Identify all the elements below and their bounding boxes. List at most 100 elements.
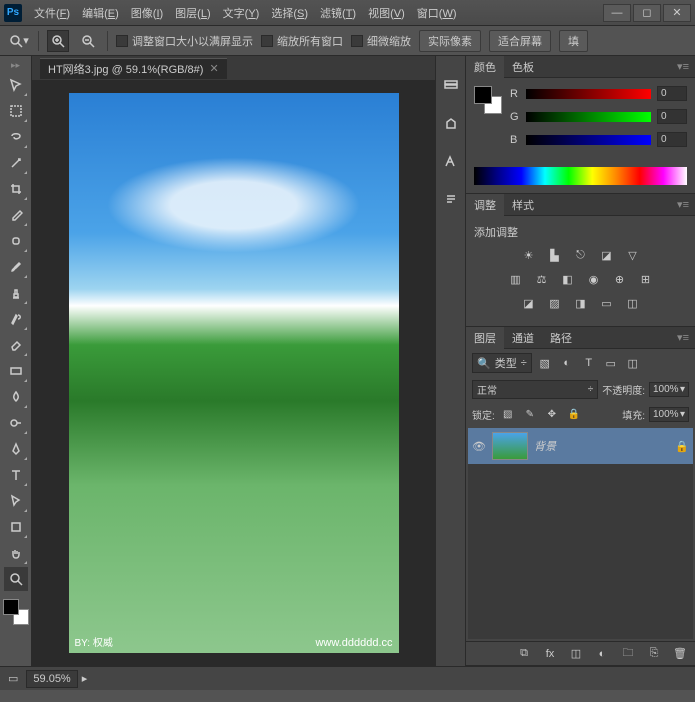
menu-type[interactable]: 文字(Y)	[219, 3, 264, 23]
lock-all-icon[interactable]: 🔒	[565, 405, 583, 423]
color-swatches[interactable]	[3, 599, 29, 625]
crop-tool[interactable]	[4, 177, 28, 201]
brightness-icon[interactable]: ☀	[520, 246, 538, 264]
history-panel-icon[interactable]	[441, 76, 461, 96]
brush-tool[interactable]	[4, 255, 28, 279]
filter-shape-icon[interactable]: ▭	[602, 354, 620, 372]
menu-filter[interactable]: 滤镜(T)	[316, 3, 360, 23]
lock-transparent-icon[interactable]: ▧	[499, 405, 517, 423]
fill-screen-button[interactable]: 填	[559, 30, 588, 52]
channel-mixer-icon[interactable]: ⊕	[611, 270, 629, 288]
eyedropper-tool[interactable]	[4, 203, 28, 227]
opacity-input[interactable]: 100%▾	[649, 382, 689, 397]
move-tool[interactable]	[4, 73, 28, 97]
hue-icon[interactable]: ▥	[507, 270, 525, 288]
photo-filter-icon[interactable]: ◉	[585, 270, 603, 288]
dodge-tool[interactable]	[4, 411, 28, 435]
tab-paths[interactable]: 路径	[542, 327, 580, 349]
selective-color-icon[interactable]: ◫	[624, 294, 642, 312]
character-panel-icon[interactable]	[441, 152, 461, 172]
close-tab-icon[interactable]: ✕	[209, 62, 218, 75]
b-slider[interactable]	[526, 135, 651, 145]
scrubby-checkbox[interactable]: 细微缩放	[351, 33, 411, 49]
menu-image[interactable]: 图像(I)	[127, 3, 167, 23]
maximize-button[interactable]: ◻	[633, 4, 661, 22]
magic-wand-tool[interactable]	[4, 151, 28, 175]
close-button[interactable]: ✕	[663, 4, 691, 22]
status-doc-icon[interactable]: ▭	[8, 672, 18, 685]
healing-tool[interactable]	[4, 229, 28, 253]
canvas[interactable]: BY: 权威 www.dddddd.cc	[32, 80, 435, 666]
delete-layer-icon[interactable]: 🗑	[671, 645, 689, 663]
document-tab[interactable]: HT网络3.jpg @ 59.1%(RGB/8#) ✕	[40, 58, 227, 79]
color-spectrum[interactable]	[474, 167, 687, 185]
tab-styles[interactable]: 样式	[504, 194, 542, 216]
fill-input[interactable]: 100%▾	[649, 407, 689, 422]
actual-pixels-button[interactable]: 实际像素	[419, 30, 481, 52]
fit-screen-button[interactable]: 适合屏幕	[489, 30, 551, 52]
r-slider[interactable]	[526, 89, 651, 99]
minimize-button[interactable]: —	[603, 4, 631, 22]
visibility-icon[interactable]: 👁	[472, 440, 486, 453]
history-brush-tool[interactable]	[4, 307, 28, 331]
curves-icon[interactable]: ⎋	[572, 246, 590, 264]
gradient-map-icon[interactable]: ▭	[598, 294, 616, 312]
zoom-out-icon[interactable]	[77, 30, 99, 52]
r-value[interactable]: 0	[657, 86, 687, 101]
lasso-tool[interactable]	[4, 125, 28, 149]
type-tool[interactable]	[4, 463, 28, 487]
menu-view[interactable]: 视图(V)	[364, 3, 409, 23]
marquee-tool[interactable]	[4, 99, 28, 123]
link-layers-icon[interactable]: ⧉	[515, 645, 533, 663]
menu-edit[interactable]: 编辑(E)	[78, 3, 123, 23]
new-group-icon[interactable]: 🗀	[619, 645, 637, 663]
lock-position-icon[interactable]: ✥	[543, 405, 561, 423]
filter-type-dropdown[interactable]: 🔍 类型 ÷	[472, 353, 532, 373]
g-value[interactable]: 0	[657, 109, 687, 124]
layer-name[interactable]: 背景	[534, 438, 669, 454]
shape-tool[interactable]	[4, 515, 28, 539]
vibrance-icon[interactable]: ▽	[624, 246, 642, 264]
levels-icon[interactable]: ▙	[546, 246, 564, 264]
properties-panel-icon[interactable]	[441, 114, 461, 134]
tab-color[interactable]: 颜色	[466, 56, 504, 78]
stamp-tool[interactable]	[4, 281, 28, 305]
panel-menu-icon[interactable]: ▾≡	[671, 331, 695, 344]
exposure-icon[interactable]: ◪	[598, 246, 616, 264]
resize-fit-checkbox[interactable]: 调整窗口大小以满屏显示	[116, 33, 253, 49]
layer-row[interactable]: 👁 背景 🔒	[468, 428, 693, 464]
posterize-icon[interactable]: ▨	[546, 294, 564, 312]
panel-menu-icon[interactable]: ▾≡	[671, 198, 695, 211]
layer-mask-icon[interactable]: ◫	[567, 645, 585, 663]
layer-style-icon[interactable]: fx	[541, 645, 559, 663]
menu-window[interactable]: 窗口(W)	[413, 3, 461, 23]
filter-pixel-icon[interactable]: ▧	[536, 354, 554, 372]
panel-menu-icon[interactable]: ▾≡	[671, 60, 695, 73]
menu-select[interactable]: 选择(S)	[267, 3, 312, 23]
zoom-tool[interactable]	[4, 567, 28, 591]
tab-channels[interactable]: 通道	[504, 327, 542, 349]
mini-swatches[interactable]	[474, 86, 502, 114]
b-value[interactable]: 0	[657, 132, 687, 147]
lock-pixels-icon[interactable]: ✎	[521, 405, 539, 423]
paragraph-panel-icon[interactable]	[441, 190, 461, 210]
zoom-tool-icon[interactable]: ▾	[8, 30, 30, 52]
new-layer-icon[interactable]: ⎘	[645, 645, 663, 663]
menu-file[interactable]: 文件(F)	[30, 3, 74, 23]
balance-icon[interactable]: ⚖	[533, 270, 551, 288]
zoom-all-checkbox[interactable]: 缩放所有窗口	[261, 33, 343, 49]
path-select-tool[interactable]	[4, 489, 28, 513]
lookup-icon[interactable]: ⊞	[637, 270, 655, 288]
tab-adjustments[interactable]: 调整	[466, 194, 504, 216]
g-slider[interactable]	[526, 112, 651, 122]
tab-layers[interactable]: 图层	[466, 327, 504, 349]
bw-icon[interactable]: ◧	[559, 270, 577, 288]
eraser-tool[interactable]	[4, 333, 28, 357]
invert-icon[interactable]: ◪	[520, 294, 538, 312]
tab-swatches[interactable]: 色板	[504, 56, 542, 78]
filter-adjust-icon[interactable]: ◐	[558, 354, 576, 372]
gradient-tool[interactable]	[4, 359, 28, 383]
zoom-in-icon[interactable]	[47, 30, 69, 52]
blend-mode-dropdown[interactable]: 正常÷	[472, 380, 598, 399]
layer-thumbnail[interactable]	[492, 432, 528, 460]
